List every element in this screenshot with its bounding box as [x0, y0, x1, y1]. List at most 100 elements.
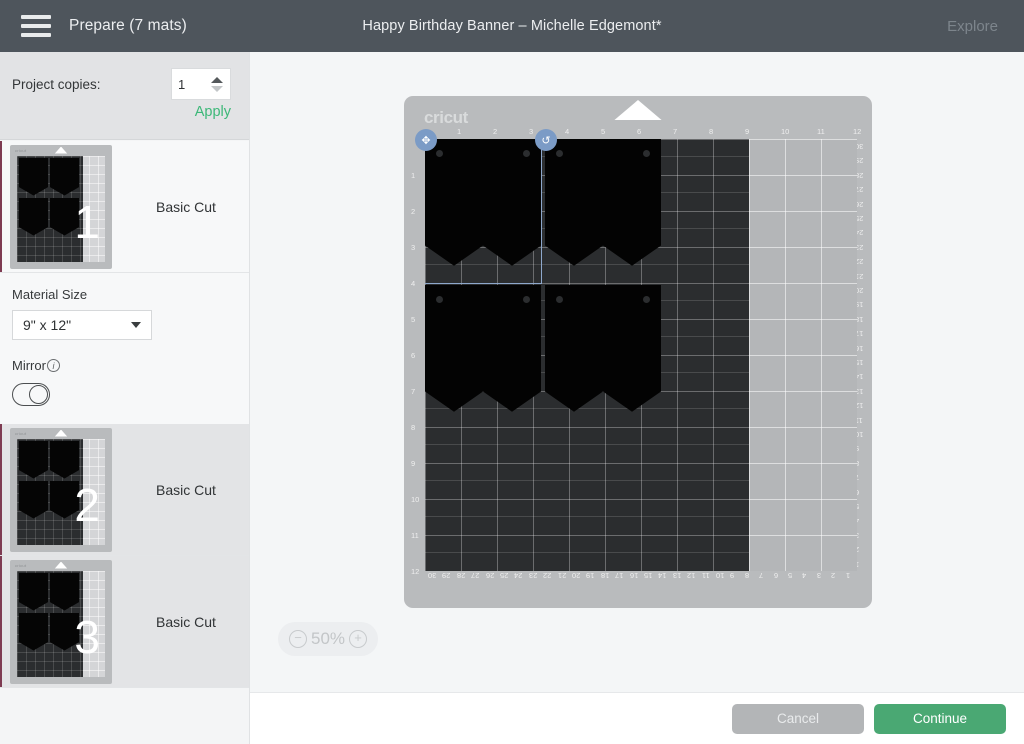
mat-canvas[interactable]: cricut 1 2 3 4 5 6 7 8 9 10 11 12 1 2 3 4 5 6 7 8 9 10 11 12 3… — [250, 52, 1024, 692]
ruler-tick: 12 — [853, 127, 862, 136]
ruler-tick: 24 — [514, 571, 523, 580]
project-copies-panel: Project copies: 1 Apply — [0, 52, 249, 140]
ruler-tick: 3 — [816, 571, 821, 580]
hamburger-bar — [21, 33, 51, 37]
ruler-tick: 6 — [637, 127, 642, 136]
continue-button[interactable]: Continue — [874, 703, 1006, 734]
ruler-tick: 21 — [557, 571, 566, 580]
ruler-tick: 18 — [600, 571, 610, 580]
mat-number-3: 3 — [74, 610, 100, 663]
mirror-label: Mirror — [12, 358, 46, 373]
ruler-tick: 7 — [411, 387, 416, 396]
info-icon[interactable]: i — [46, 359, 60, 372]
mat-card-2[interactable]: cricut 2 Basic Cut — [0, 424, 249, 556]
ruler-tick: 5 — [601, 127, 606, 136]
mat-tab-icon — [54, 429, 68, 437]
mat-tab-icon — [54, 561, 68, 569]
zoom-level: 50% — [310, 629, 346, 648]
cancel-button[interactable]: Cancel — [732, 703, 864, 734]
ruler-tick: 25 — [500, 571, 509, 580]
ruler-tick: 2 — [831, 571, 836, 580]
project-copies-stepper[interactable]: 1 — [171, 68, 231, 100]
mat-tab-icon — [54, 146, 68, 154]
ruler-tick: 11 — [701, 571, 710, 580]
banner-hole — [556, 296, 563, 303]
mat-list: cricut 1 Basic Cut Material Size 9" x 12… — [0, 141, 249, 744]
mat-thumbnail-1: cricut 1 — [10, 144, 112, 269]
mat-accent-bar — [0, 556, 2, 687]
sidebar: Project copies: 1 Apply cricut 1 Basic C… — [0, 52, 250, 744]
ruler-tick: 2 — [493, 127, 498, 136]
mat-tab-icon — [614, 100, 662, 120]
ruler-tick: 30 — [428, 571, 437, 580]
banner-hole — [643, 296, 650, 303]
ruler-tick: 8 — [411, 423, 416, 432]
cricut-logo: cricut — [424, 108, 468, 127]
ruler-tick: 22 — [543, 571, 552, 580]
mat-options-panel: Material Size 9" x 12" Mirror i — [0, 273, 249, 424]
ruler-tick: 2 — [411, 207, 416, 216]
project-copies-value: 1 — [178, 76, 186, 92]
ruler-bottom: 30 29 28 27 26 25 24 23 22 21 20 19 18 17 16 15 14 13 12 11… — [425, 569, 857, 583]
ruler-tick: 13 — [672, 571, 682, 580]
mat-card-1[interactable]: cricut 1 Basic Cut — [0, 141, 249, 273]
banner-hole — [436, 296, 443, 303]
mirror-toggle[interactable] — [12, 383, 50, 406]
hamburger-bar — [21, 15, 51, 19]
explore-button[interactable]: Explore — [947, 18, 998, 35]
rotate-handle-icon[interactable]: ↺ — [535, 129, 557, 151]
ruler-tick: 17 — [615, 571, 624, 580]
ruler-tick: 1 — [845, 571, 850, 580]
ruler-tick: 11 — [817, 127, 825, 136]
material-size-value: 9" x 12" — [23, 317, 72, 333]
mat-thumbnail-2: cricut 2 — [10, 427, 112, 552]
ruler-tick: 6 — [411, 351, 416, 360]
mat-card-3[interactable]: cricut 3 Basic Cut — [0, 556, 249, 688]
ruler-tick: 12 — [411, 567, 420, 576]
ruler-tick: 10 — [716, 571, 725, 580]
banner-hole — [556, 150, 563, 157]
move-handle-icon[interactable]: ✥ — [415, 129, 437, 151]
ruler-tick: 29 — [442, 571, 451, 580]
zoom-out-button[interactable]: − — [288, 630, 307, 648]
ruler-tick: 1 — [411, 171, 416, 180]
ruler-tick: 7 — [673, 127, 678, 136]
ruler-tick: 5 — [411, 315, 416, 324]
mat-operation-2: Basic Cut — [156, 481, 216, 498]
mirror-row: Mirror i — [12, 358, 235, 373]
ruler-tick: 27 — [471, 571, 480, 580]
thumb-brand: cricut — [15, 147, 27, 153]
ruler-tick: 8 — [709, 127, 714, 136]
ruler-tick: 10 — [781, 127, 790, 136]
hamburger-bar — [21, 24, 51, 28]
zoom-in-button[interactable]: + — [349, 630, 368, 648]
zoom-control[interactable]: − 50% + — [278, 622, 378, 656]
material-size-select[interactable]: 9" x 12" — [12, 310, 152, 340]
mat-thumbnail-3: cricut 3 — [10, 559, 112, 684]
mat-number-2: 2 — [74, 478, 100, 531]
ruler-tick: 1 — [457, 127, 462, 136]
stepper-down-icon[interactable] — [211, 85, 223, 92]
ruler-tick: 4 — [411, 279, 416, 288]
ruler-tick: 3 — [529, 127, 534, 136]
project-copies-label: Project copies: — [12, 76, 101, 92]
ruler-tick: 23 — [528, 571, 538, 580]
footer-bar: Cancel Continue — [250, 692, 1024, 744]
material-size-label: Material Size — [12, 287, 88, 302]
thumb-brand: cricut — [15, 430, 27, 436]
apply-button[interactable]: Apply — [195, 104, 231, 120]
app-header: Prepare (7 mats) Happy Birthday Banner –… — [0, 0, 1024, 52]
mat-number-1: 1 — [74, 195, 100, 248]
cutting-mat[interactable]: cricut 1 2 3 4 5 6 7 8 9 10 11 12 1 2 3 4 5 6 7 8 9 10 11 12 3… — [404, 96, 872, 608]
ruler-tick: 5 — [788, 571, 793, 580]
banner-hole — [523, 150, 530, 157]
hamburger-icon[interactable] — [21, 15, 51, 37]
mat-operation-3: Basic Cut — [156, 613, 216, 630]
ruler-tick: 9 — [730, 571, 735, 580]
stepper-up-icon[interactable] — [211, 76, 223, 83]
ruler-tick: 6 — [773, 571, 778, 580]
mat-surface[interactable] — [425, 139, 857, 571]
mirror-toggle-knob — [29, 385, 48, 404]
mat-operation-1: Basic Cut — [156, 198, 216, 215]
ruler-tick: 8 — [744, 571, 749, 580]
